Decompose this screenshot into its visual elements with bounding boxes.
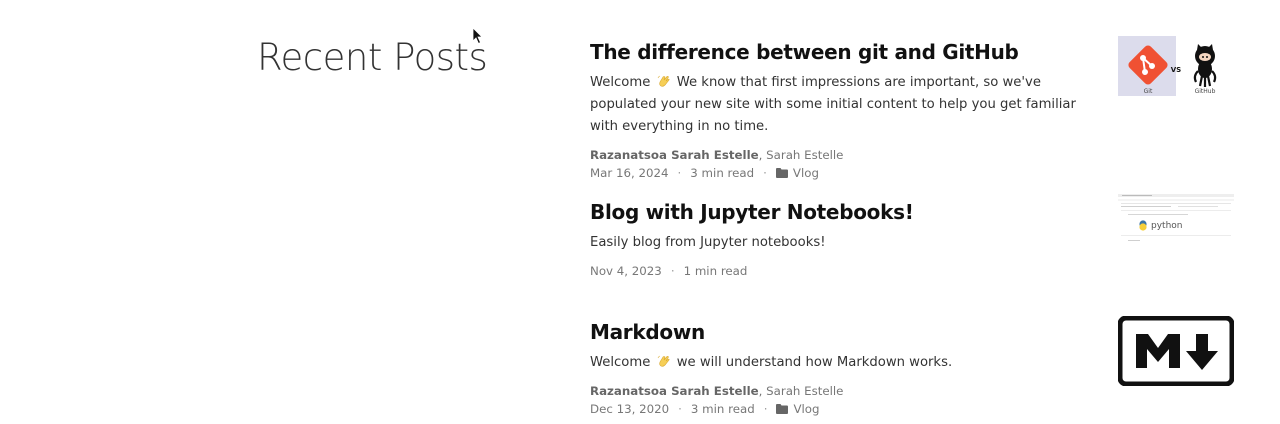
meta-separator: · (678, 402, 682, 416)
markdown-logo-icon (1118, 316, 1234, 386)
mouse-cursor-icon (472, 27, 483, 45)
waving-hand-icon (657, 355, 669, 367)
author-secondary: , Sarah Estelle (758, 384, 844, 398)
post-meta: Mar 16, 2024 · 3 min read · Vlog (590, 164, 1240, 182)
summary-text: we will understand how Markdown works. (676, 355, 953, 370)
meta-separator: · (763, 402, 768, 416)
read-time: 1 min read (683, 264, 748, 278)
meta-separator: · (677, 166, 682, 180)
folder-icon (776, 404, 789, 414)
post-date: Dec 13, 2020 (590, 402, 670, 416)
post-thumbnail-jupyter[interactable]: python (1118, 194, 1234, 246)
post-summary: Welcome we will understand how Markdown … (590, 352, 1100, 374)
meta-separator: · (670, 264, 675, 278)
section-title: Recent Posts (257, 36, 488, 79)
category-link[interactable]: Vlog (793, 400, 819, 418)
author-link[interactable]: Razanatsoa Sarah Estelle (590, 384, 759, 398)
post-summary: Welcome We know that first impressions a… (590, 72, 1100, 138)
post-meta: Dec 13, 2020 · 3 min read · Vlog (590, 400, 1240, 418)
summary-text: Easily blog from Jupyter notebooks! (590, 235, 826, 250)
folder-icon (775, 168, 788, 178)
post-thumbnail-markdown[interactable] (1118, 316, 1234, 386)
summary-prefix: Welcome (590, 75, 651, 90)
post-authors: Razanatsoa Sarah Estelle, Sarah Estelle (590, 146, 1240, 164)
author-link[interactable]: Razanatsoa Sarah Estelle (590, 148, 759, 162)
thumb-label-python: python (1151, 221, 1182, 231)
post-summary: Easily blog from Jupyter notebooks! (590, 232, 1100, 254)
post-date: Nov 4, 2023 (590, 264, 662, 278)
summary-prefix: Welcome (590, 355, 651, 370)
meta-separator: · (763, 166, 767, 180)
post-thumbnail-git-github[interactable]: Git VS GitHub (1118, 36, 1234, 96)
thumb-label-vs: VS (1171, 66, 1181, 74)
thumb-label-git: Git (1144, 88, 1153, 95)
thumb-label-github: GitHub (1195, 88, 1216, 95)
category-link[interactable]: Vlog (793, 164, 819, 182)
read-time: 3 min read (690, 166, 755, 180)
waving-hand-icon (657, 75, 669, 87)
post-meta: Nov 4, 2023 · 1 min read (590, 262, 1240, 280)
post-date: Mar 16, 2024 (590, 166, 669, 180)
read-time: 3 min read (690, 402, 755, 416)
author-secondary: , Sarah Estelle (758, 148, 844, 162)
